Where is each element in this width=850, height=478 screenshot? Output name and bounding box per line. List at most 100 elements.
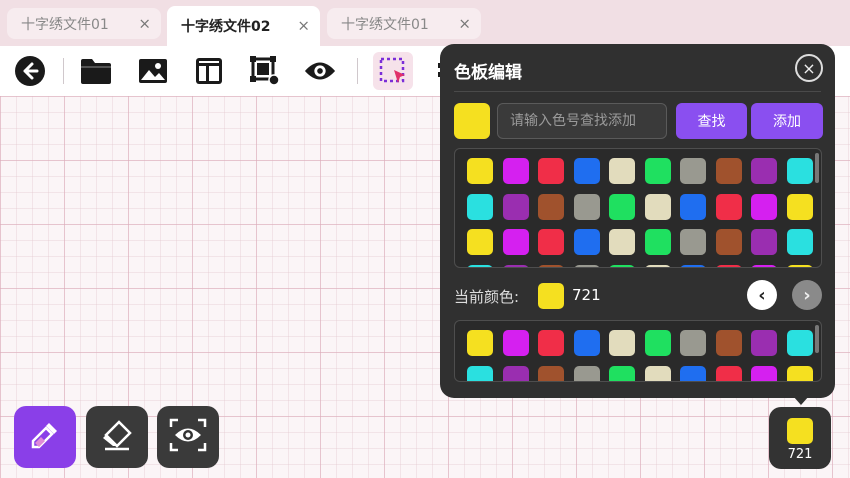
image-icon[interactable] [137,55,169,87]
color-swatch[interactable] [644,193,671,220]
search-color-swatch [454,103,490,139]
color-swatch[interactable] [467,158,493,184]
eraser-button[interactable] [86,406,148,468]
color-swatch[interactable] [538,158,564,184]
panel-pointer [793,396,809,405]
add-button[interactable]: 添加 [751,103,823,139]
color-swatch[interactable] [467,264,493,267]
color-swatch[interactable] [644,365,671,381]
color-swatch[interactable] [715,365,742,381]
current-color-code: 721 [572,286,601,304]
color-swatch[interactable] [538,193,564,220]
color-swatch[interactable] [751,365,777,381]
color-swatch[interactable] [467,193,493,220]
color-swatch[interactable] [680,365,706,381]
current-color-swatch [787,418,813,444]
color-swatch[interactable] [467,229,493,255]
palette-grid-top[interactable] [454,148,822,268]
color-swatch[interactable] [538,264,564,267]
color-swatch[interactable] [502,330,529,356]
color-swatch[interactable] [573,264,600,267]
divider [454,91,821,92]
next-chevron-icon[interactable]: › [792,280,822,310]
select-region-icon[interactable] [373,52,413,90]
crop-settings-icon[interactable] [249,55,281,87]
close-icon[interactable]: × [138,16,151,31]
color-swatch[interactable] [538,365,564,381]
color-swatch[interactable] [538,330,564,356]
color-swatch[interactable] [502,365,529,381]
color-swatch[interactable] [680,264,706,267]
color-swatch[interactable] [502,193,529,220]
color-swatch[interactable] [609,158,635,184]
tab-label: 十字绣文件01 [21,16,109,33]
prev-chevron-icon[interactable]: ‹ [747,280,777,310]
toolbar-divider [357,58,358,84]
color-swatch[interactable] [502,229,529,255]
back-arrow-icon[interactable] [14,55,46,87]
color-swatch[interactable] [786,365,813,381]
folder-icon[interactable] [80,55,112,87]
color-swatch[interactable] [786,158,813,184]
find-button[interactable]: 查找 [676,103,747,139]
color-swatch[interactable] [644,229,671,255]
color-swatch[interactable] [751,193,777,220]
color-swatch[interactable] [715,229,742,255]
color-swatch[interactable] [786,264,813,267]
color-swatch[interactable] [680,158,706,184]
scrollbar[interactable] [815,325,819,353]
color-swatch[interactable] [609,330,635,356]
color-swatch[interactable] [751,229,777,255]
color-swatch[interactable] [715,193,742,220]
scan-view-button[interactable] [157,406,219,468]
current-color-button[interactable]: 721 [769,407,831,469]
color-swatch[interactable] [467,330,493,356]
close-icon[interactable]: × [458,16,471,31]
color-swatch[interactable] [751,158,777,184]
layout-icon[interactable] [193,55,225,87]
color-swatch[interactable] [786,229,813,255]
eye-icon[interactable] [304,55,336,87]
scan-view-icon [169,418,207,456]
color-swatch[interactable] [609,193,635,220]
tab-label: 十字绣文件02 [181,19,271,35]
tab-file-02[interactable]: 十字绣文件02 × [167,6,320,46]
color-swatch[interactable] [467,365,493,381]
color-swatch[interactable] [680,193,706,220]
eyedropper-button[interactable] [14,406,76,468]
color-swatch[interactable] [573,193,600,220]
color-swatch[interactable] [573,158,600,184]
color-swatch[interactable] [786,193,813,220]
palette-grid-bottom[interactable] [454,320,822,382]
color-swatch[interactable] [573,229,600,255]
current-color-swatch [538,283,564,309]
color-swatch[interactable] [609,365,635,381]
close-icon[interactable]: × [795,54,823,82]
color-swatch[interactable] [573,330,600,356]
color-swatch[interactable] [502,264,529,267]
color-swatch[interactable] [715,158,742,184]
color-swatch[interactable] [644,264,671,267]
close-icon[interactable]: × [297,18,310,34]
color-swatch[interactable] [609,264,635,267]
color-swatch[interactable] [680,330,706,356]
color-swatch[interactable] [786,330,813,356]
color-swatch[interactable] [680,229,706,255]
palette-editor-panel: 色板编辑 × 查找 添加 当前颜色: 721 ‹ › [440,44,835,398]
tab-file-01[interactable]: 十字绣文件01 × [7,8,161,39]
color-swatch[interactable] [644,158,671,184]
color-swatch[interactable] [644,330,671,356]
color-swatch[interactable] [502,158,529,184]
color-swatch[interactable] [751,330,777,356]
scrollbar[interactable] [815,153,819,183]
tab-label: 十字绣文件01 [341,16,429,33]
tab-file-01-copy[interactable]: 十字绣文件01 × [327,8,481,39]
color-swatch[interactable] [751,264,777,267]
current-color-code: 721 [787,447,813,462]
color-swatch[interactable] [609,229,635,255]
color-swatch[interactable] [573,365,600,381]
color-swatch[interactable] [715,330,742,356]
color-swatch[interactable] [538,229,564,255]
color-code-search-input[interactable] [497,103,667,139]
color-swatch[interactable] [715,264,742,267]
